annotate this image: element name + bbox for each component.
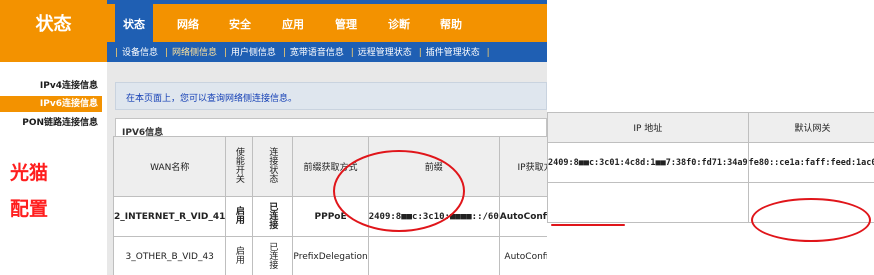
row2-wan: 3_OTHER_B_VID_43 xyxy=(112,236,227,275)
annotation-text-line1: 光猫 xyxy=(10,162,49,184)
tab-help[interactable]: 帮助 xyxy=(440,16,462,32)
header-gateway: 默认网关 xyxy=(747,112,874,143)
annotation-text-line2: 配置 xyxy=(10,198,49,220)
ipv6-table-right-panel: IP 地址 默认网关 2409:8■■c:3c01:4c8d:1■■7:38f0… xyxy=(547,100,874,275)
row2-gateway xyxy=(747,182,874,223)
header-wan: WAN名称 xyxy=(112,136,227,197)
row2-enabled: 启用 xyxy=(233,246,244,264)
row2-prefix-method: PrefixDelegation xyxy=(292,236,369,275)
row2-ip-method: AutoConfigured xyxy=(498,236,547,275)
top-nav: 状态 网络 安全 应用 管理 诊断 帮助 xyxy=(107,0,547,42)
subnav-network-info[interactable]: 网络侧信息 xyxy=(172,48,217,58)
header-enabled: 使能开关 xyxy=(233,147,244,183)
info-bar: 在本页面上，您可以查询网络侧连接信息。 xyxy=(115,82,547,110)
row1-gateway: fe80::ce1a:faff:feed:1ac0 xyxy=(748,157,874,168)
tab-management[interactable]: 管理 xyxy=(335,16,357,32)
subnav-device-info[interactable]: 设备信息 xyxy=(122,48,158,58)
sub-nav-row: | 设备信息 | 网络侧信息 | 用户侧信息 | 宽带语音信息 | 远程管理状态 | 插件管… xyxy=(115,48,490,58)
row2-status: 已连接 xyxy=(267,241,278,269)
side-item-ipv4[interactable]: IPv4连接信息 xyxy=(0,78,102,94)
brand-title: 状态 xyxy=(35,14,72,35)
brand-area: 状态 xyxy=(0,0,107,62)
header-prefix: 前缀 xyxy=(367,136,500,197)
row1-prefix-method: PPPoE xyxy=(314,211,347,222)
sub-nav: | 设备信息 | 网络侧信息 | 用户侧信息 | 宽带语音信息 | 远程管理状态 | 插件管… xyxy=(107,42,547,62)
table-row: 2409:8■■c:3c01:4c8d:1■■7:38f0:fd71:34a9 … xyxy=(547,142,874,183)
subnav-user-info[interactable]: 用户侧信息 xyxy=(231,48,276,58)
info-text: 在本页面上，您可以查询网络侧连接信息。 xyxy=(126,94,298,104)
row1-ip-address: 2409:8■■c:3c01:4c8d:1■■7:38f0:fd71:34a9 xyxy=(548,157,748,168)
header-status: 连接状态 xyxy=(267,147,278,183)
side-menu: IPv4连接信息 IPv6连接信息 PON链路连接信息 光猫 配置 xyxy=(0,62,107,275)
row1-enabled: 启用 xyxy=(233,206,244,224)
table-row: 3_OTHER_B_VID_43 启用 已连接 PrefixDelegation… xyxy=(112,236,547,275)
subnav-voice-info[interactable]: 宽带语音信息 xyxy=(290,48,344,58)
annotation-underline-ip xyxy=(551,224,625,226)
table-header-row: WAN名称 使能开关 连接状态 前缀获取方式 前缀 IP获取方式 xyxy=(112,136,547,197)
subnav-plugin-mgmt[interactable]: 插件管理状态 xyxy=(426,48,480,58)
tab-security[interactable]: 安全 xyxy=(229,16,251,32)
side-item-ipv6[interactable]: IPv6连接信息 xyxy=(0,96,102,112)
router-admin-panel: 状态 状态 网络 安全 应用 管理 诊断 帮助 | 设备信息 | 网络侧信息 | 用户… xyxy=(0,0,547,275)
subnav-remote-mgmt[interactable]: 远程管理状态 xyxy=(358,48,412,58)
table-row: 2_INTERNET_R_VID_41 启用 已连接 PPPoE 2409:8■… xyxy=(112,196,547,237)
tab-application[interactable]: 应用 xyxy=(282,16,304,32)
header-ip-method: IP获取方式 xyxy=(498,136,547,197)
row1-prefix: 2409:8■■c:3c10:■■■■::/60 xyxy=(368,211,499,222)
top-nav-stripe xyxy=(107,0,547,4)
tab-network[interactable]: 网络 xyxy=(177,16,199,32)
ipv6-table-left: WAN名称 使能开关 连接状态 前缀获取方式 前缀 IP获取方式 2_INTER… xyxy=(112,136,547,275)
header-prefix-method: 前缀获取方式 xyxy=(292,136,369,197)
row2-prefix xyxy=(367,236,500,275)
ipv6-table-right: IP 地址 默认网关 2409:8■■c:3c01:4c8d:1■■7:38f0… xyxy=(547,112,874,223)
row1-ip-method: AutoConfigured xyxy=(499,211,547,222)
row1-wan: 2_INTERNET_R_VID_41 xyxy=(114,211,226,222)
tab-diagnosis[interactable]: 诊断 xyxy=(388,16,410,32)
row1-status: 已连接 xyxy=(267,201,278,229)
tab-status[interactable]: 状态 xyxy=(115,4,153,42)
table-header-row: IP 地址 默认网关 xyxy=(547,112,874,143)
header-ip-address: IP 地址 xyxy=(547,112,749,143)
row2-ip-address xyxy=(547,182,749,223)
side-item-pon[interactable]: PON链路连接信息 xyxy=(0,115,102,131)
table-row xyxy=(547,182,874,223)
